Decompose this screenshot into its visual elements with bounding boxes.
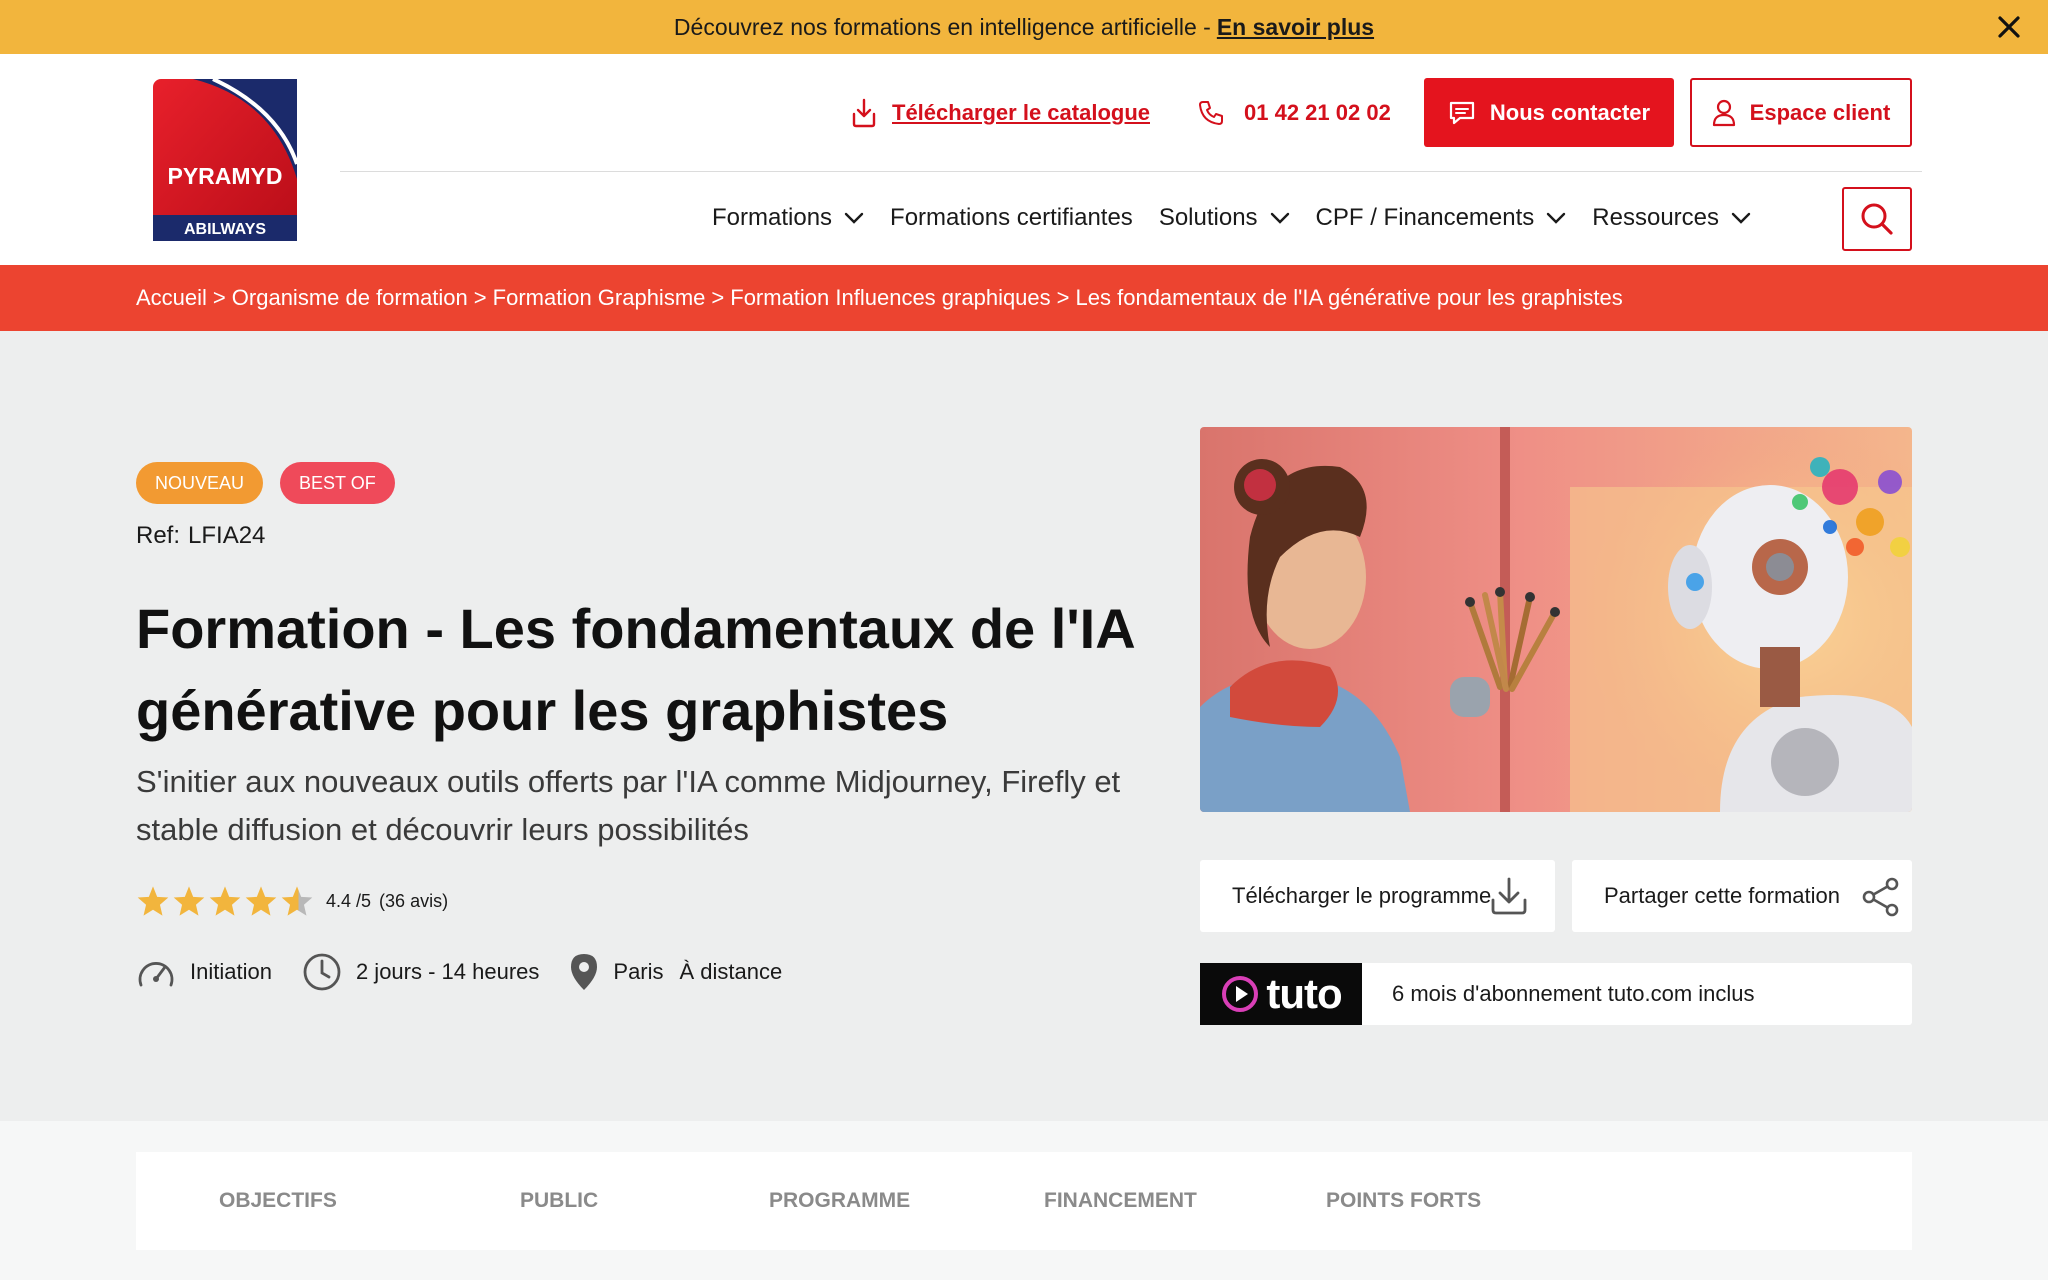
- page-title: Formation - Les fondamentaux de l'IA gén…: [136, 597, 1134, 742]
- breadcrumb-item[interactable]: Formation Graphisme: [493, 285, 706, 311]
- breadcrumb-current: Les fondamentaux de l'IA générative pour…: [1075, 285, 1623, 310]
- chat-icon: [1448, 100, 1476, 126]
- chevron-down-icon: [844, 212, 864, 224]
- level-text: Initiation: [190, 959, 272, 984]
- download-icon: [850, 98, 878, 128]
- breadcrumb-separator: >: [1056, 285, 1070, 310]
- duration: 2 jours - 14 heures: [302, 952, 539, 992]
- nav-label: Formations certifiantes: [890, 204, 1133, 231]
- tuto-text: 6 mois d'abonnement tuto.com inclus: [1392, 981, 1755, 1006]
- tab-programme[interactable]: PROGRAMME: [769, 1189, 910, 1213]
- tuto-logo: tuto: [1200, 963, 1362, 1025]
- clock-icon: [302, 952, 342, 992]
- duration-text: 2 jours - 14 heures: [355, 959, 540, 984]
- main-nav: Formations Formations certifiantes Solut…: [712, 196, 1777, 240]
- breadcrumb-item[interactable]: Accueil: [136, 285, 207, 311]
- user-icon: [1712, 99, 1736, 127]
- badges: NOUVEAU BEST OF: [136, 462, 412, 504]
- breadcrumb-separator: >: [212, 285, 226, 310]
- contact-button-label: Nous contacter: [1489, 99, 1651, 125]
- breadcrumb-item[interactable]: Organisme de formation: [232, 285, 468, 311]
- section-tabs: OBJECTIFS PUBLIC PROGRAMME FINANCEMENT P…: [136, 1152, 1912, 1250]
- announcement-link[interactable]: En savoir plus: [1217, 14, 1374, 41]
- speedometer-icon: [136, 955, 176, 989]
- location-text: Paris: [613, 959, 664, 984]
- star-icon: [245, 886, 277, 916]
- nav-formations-certifiantes[interactable]: Formations certifiantes: [890, 204, 1133, 232]
- breadcrumb-separator: >: [473, 285, 487, 310]
- phone-icon: [1198, 100, 1224, 126]
- rating-score: 4.4 /5: [326, 890, 372, 911]
- phone-number: 01 42 21 02 02: [1244, 100, 1391, 125]
- announcement-bar: Découvrez nos formations en intelligence…: [0, 0, 2048, 54]
- course-meta: Initiation 2 jours - 14 heures Paris À d…: [136, 950, 812, 994]
- rating[interactable]: 4.4 /5 (36 avis): [136, 884, 448, 918]
- ref-value: LFIA24: [188, 522, 266, 549]
- level: Initiation: [136, 955, 272, 989]
- chevron-down-icon: [1546, 212, 1566, 224]
- header-divider: [340, 171, 1922, 172]
- close-icon[interactable]: [1996, 14, 2022, 40]
- nav-label: Ressources: [1592, 204, 1720, 231]
- tab-financement[interactable]: FINANCEMENT: [1044, 1189, 1197, 1213]
- announcement-text: Découvrez nos formations en intelligence…: [673, 13, 1211, 40]
- chevron-down-icon: [1270, 212, 1290, 224]
- page-subtitle: S'initier aux nouveaux outils offerts pa…: [136, 764, 1121, 847]
- nav-cpf-financements[interactable]: CPF / Financements: [1316, 204, 1567, 232]
- nav-label: Solutions: [1158, 204, 1258, 231]
- nav-label: CPF / Financements: [1315, 204, 1535, 231]
- tab-points-forts[interactable]: POINTS FORTS: [1326, 1189, 1481, 1213]
- nav-label: Formations: [712, 204, 833, 231]
- share-button[interactable]: Partager cette formation: [1572, 860, 1912, 932]
- client-button-label: Espace client: [1749, 99, 1891, 125]
- course-illustration: [1200, 427, 1912, 812]
- remote-text: À distance: [679, 959, 783, 984]
- tuto-subscription[interactable]: tuto 6 mois d'abonnement tuto.com inclus: [1200, 963, 1912, 1025]
- map-pin-icon: [569, 952, 599, 992]
- rating-stars: [136, 885, 316, 917]
- search-button[interactable]: [1842, 187, 1912, 251]
- badge-best-of: BEST OF: [280, 462, 395, 504]
- star-icon: [173, 886, 205, 916]
- play-icon: [1222, 976, 1259, 1012]
- download-program-button[interactable]: Télécharger le programme: [1200, 860, 1555, 932]
- reference: Ref: LFIA24: [136, 522, 265, 550]
- nav-ressources[interactable]: Ressources: [1592, 204, 1751, 232]
- share-icon: [1860, 876, 1902, 918]
- catalog-link-label: Télécharger le catalogue: [892, 100, 1150, 125]
- catalog-link[interactable]: Télécharger le catalogue: [850, 78, 1150, 148]
- nav-formations[interactable]: Formations: [712, 204, 864, 232]
- location: Paris À distance: [569, 952, 782, 992]
- nav-solutions[interactable]: Solutions: [1159, 204, 1290, 232]
- star-icon: [137, 886, 169, 916]
- logo-sub: ABILWAYS: [184, 221, 266, 238]
- chevron-down-icon: [1731, 212, 1751, 224]
- ref-label: Ref:: [136, 522, 181, 549]
- star-icon: [209, 886, 241, 916]
- tuto-logo-text: tuto: [1266, 970, 1342, 1017]
- badge-new: NOUVEAU: [136, 462, 264, 504]
- search-icon: [1860, 202, 1894, 236]
- contact-button[interactable]: Nous contacter: [1424, 78, 1674, 147]
- star-half-icon: [281, 886, 313, 916]
- tab-public[interactable]: PUBLIC: [520, 1189, 598, 1213]
- logo[interactable]: PYRAMYD ABILWAYS: [153, 79, 297, 241]
- download-program-label: Télécharger le programme: [1232, 883, 1492, 908]
- client-area-button[interactable]: Espace client: [1690, 78, 1912, 147]
- tab-objectifs[interactable]: OBJECTIFS: [219, 1189, 337, 1213]
- logo-brand: PYRAMYD: [167, 163, 282, 189]
- breadcrumb: Accueil > Organisme de formation > Forma…: [0, 265, 2048, 331]
- share-label: Partager cette formation: [1604, 883, 1841, 908]
- phone-link[interactable]: 01 42 21 02 02: [1198, 78, 1391, 148]
- breadcrumb-item[interactable]: Formation Influences graphiques: [730, 285, 1050, 311]
- breadcrumb-separator: >: [711, 285, 725, 310]
- rating-reviews: (36 avis): [379, 890, 449, 911]
- download-icon: [1489, 876, 1529, 916]
